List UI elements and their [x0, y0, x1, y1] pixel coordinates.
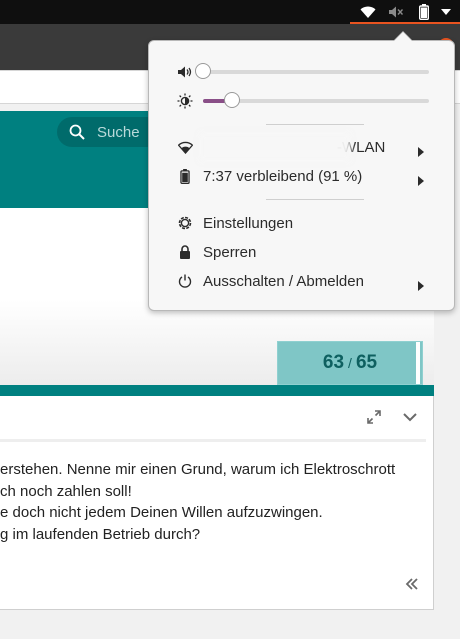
chevron-down-icon[interactable] [398, 405, 422, 429]
lock-icon [177, 244, 193, 260]
counter-separator: / [348, 355, 352, 371]
volume-muted-icon[interactable] [387, 0, 405, 24]
comment-counter: 63/65 [277, 341, 423, 385]
battery-icon [177, 168, 193, 184]
battery-icon[interactable] [417, 0, 431, 24]
submenu-arrow-icon [417, 171, 425, 186]
wifi-icon [177, 139, 193, 155]
top-panel [0, 0, 460, 24]
volume-slider[interactable] [195, 63, 429, 79]
comment-line: g im laufenden Betrieb durch? [0, 525, 201, 543]
comment-line: ch noch zahlen soll! [0, 482, 132, 500]
comment-toolbar [0, 397, 434, 442]
toolbar-divider [0, 439, 426, 442]
lock-label: Sperren [203, 243, 257, 261]
section-divider [0, 385, 434, 396]
search-icon [69, 124, 85, 140]
submenu-arrow-icon [417, 142, 425, 157]
menu-item-wifi[interactable]: -WLAN [149, 133, 454, 161]
counter-total: 65 [355, 352, 378, 373]
redacted-network-name [205, 138, 345, 156]
comment-body: erstehen. Nenne mir einen Grund, warum i… [0, 459, 430, 545]
menu-arrow-icon[interactable] [439, 0, 453, 24]
brightness-slider-handle[interactable] [224, 92, 241, 108]
brightness-slider[interactable] [203, 92, 429, 108]
menu-item-settings[interactable]: Einstellungen [149, 209, 454, 237]
power-label: Ausschalten / Abmelden [203, 272, 364, 290]
menu-item-power[interactable]: Ausschalten / Abmelden [149, 267, 454, 295]
volume-row [149, 58, 454, 86]
menu-item-lock[interactable]: Sperren [149, 238, 454, 266]
collapse-icon[interactable] [402, 574, 422, 594]
comment-line: e doch nicht jedem Deinen Willen aufzuzw… [0, 504, 323, 521]
settings-label: Einstellungen [203, 214, 294, 232]
comment-line: erstehen. Nenne mir einen Grund, warum i… [0, 461, 396, 478]
popup-pointer-fill [394, 32, 412, 41]
volume-slider-handle[interactable] [195, 63, 211, 79]
counter-text: 63/65 [323, 352, 377, 374]
system-menu: -WLAN 7:37 verbleibend (91 %) Einstellun… [148, 40, 455, 311]
search-placeholder: Suche [97, 123, 140, 141]
speaker-icon [177, 64, 193, 80]
counter-current: 63 [322, 352, 345, 373]
power-icon [177, 273, 193, 289]
brightness-row [149, 87, 454, 115]
menu-separator [266, 124, 364, 125]
submenu-arrow-icon [417, 276, 425, 291]
battery-status-label: 7:37 verbleibend (91 %) [203, 167, 363, 185]
wifi-icon[interactable] [359, 0, 377, 24]
menu-item-battery[interactable]: 7:37 verbleibend (91 %) [149, 162, 454, 190]
counter-edge [416, 342, 420, 384]
settings-icon [177, 215, 193, 231]
menu-separator [266, 199, 364, 200]
expand-icon[interactable] [362, 405, 386, 429]
brightness-icon [177, 93, 193, 109]
